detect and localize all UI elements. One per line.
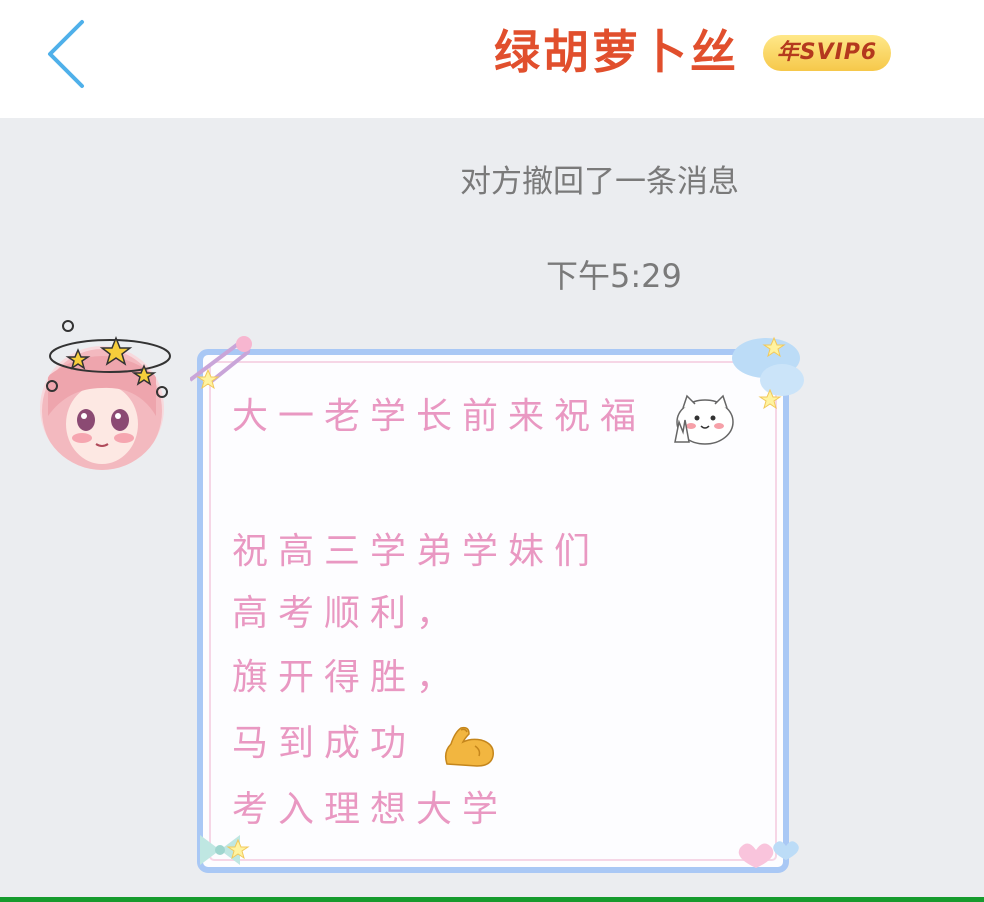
message-line: 大一老学长前来祝福 xyxy=(232,392,737,445)
chat-title[interactable]: 绿胡萝卜丝 xyxy=(494,24,739,80)
message-line-text: 马到成功 xyxy=(232,723,417,764)
message-line-text: 祝高三学弟学妹们 xyxy=(232,531,601,572)
chat-header: 绿胡萝卜丝 年SVIP6 xyxy=(0,0,984,118)
message-line: 考入理想大学 xyxy=(232,786,508,834)
cat-peace-sticker-icon xyxy=(674,394,735,445)
message-line: 旗开得胜， xyxy=(232,654,462,702)
vip-badge[interactable]: 年SVIP6 xyxy=(763,35,891,71)
avatar[interactable] xyxy=(38,316,178,476)
recall-notice: 对方撤回了一条消息 xyxy=(460,164,739,200)
flexed-biceps-icon xyxy=(445,726,495,767)
back-button[interactable] xyxy=(36,18,96,90)
message-line: 马到成功 xyxy=(232,720,497,768)
message-line-text: 高考顺利， xyxy=(232,593,463,634)
message-line-text: 旗开得胜， xyxy=(232,657,463,698)
message-timestamp: 下午5:29 xyxy=(546,257,682,295)
message-line-text: 考入理想大学 xyxy=(232,789,509,830)
message-line-text: 大一老学长前来祝福 xyxy=(232,396,647,437)
message-line: 祝高三学弟学妹们 xyxy=(232,528,600,576)
bottom-edge xyxy=(0,897,984,902)
message-line: 高考顺利， xyxy=(232,590,462,638)
chevron-left-icon xyxy=(48,20,84,88)
